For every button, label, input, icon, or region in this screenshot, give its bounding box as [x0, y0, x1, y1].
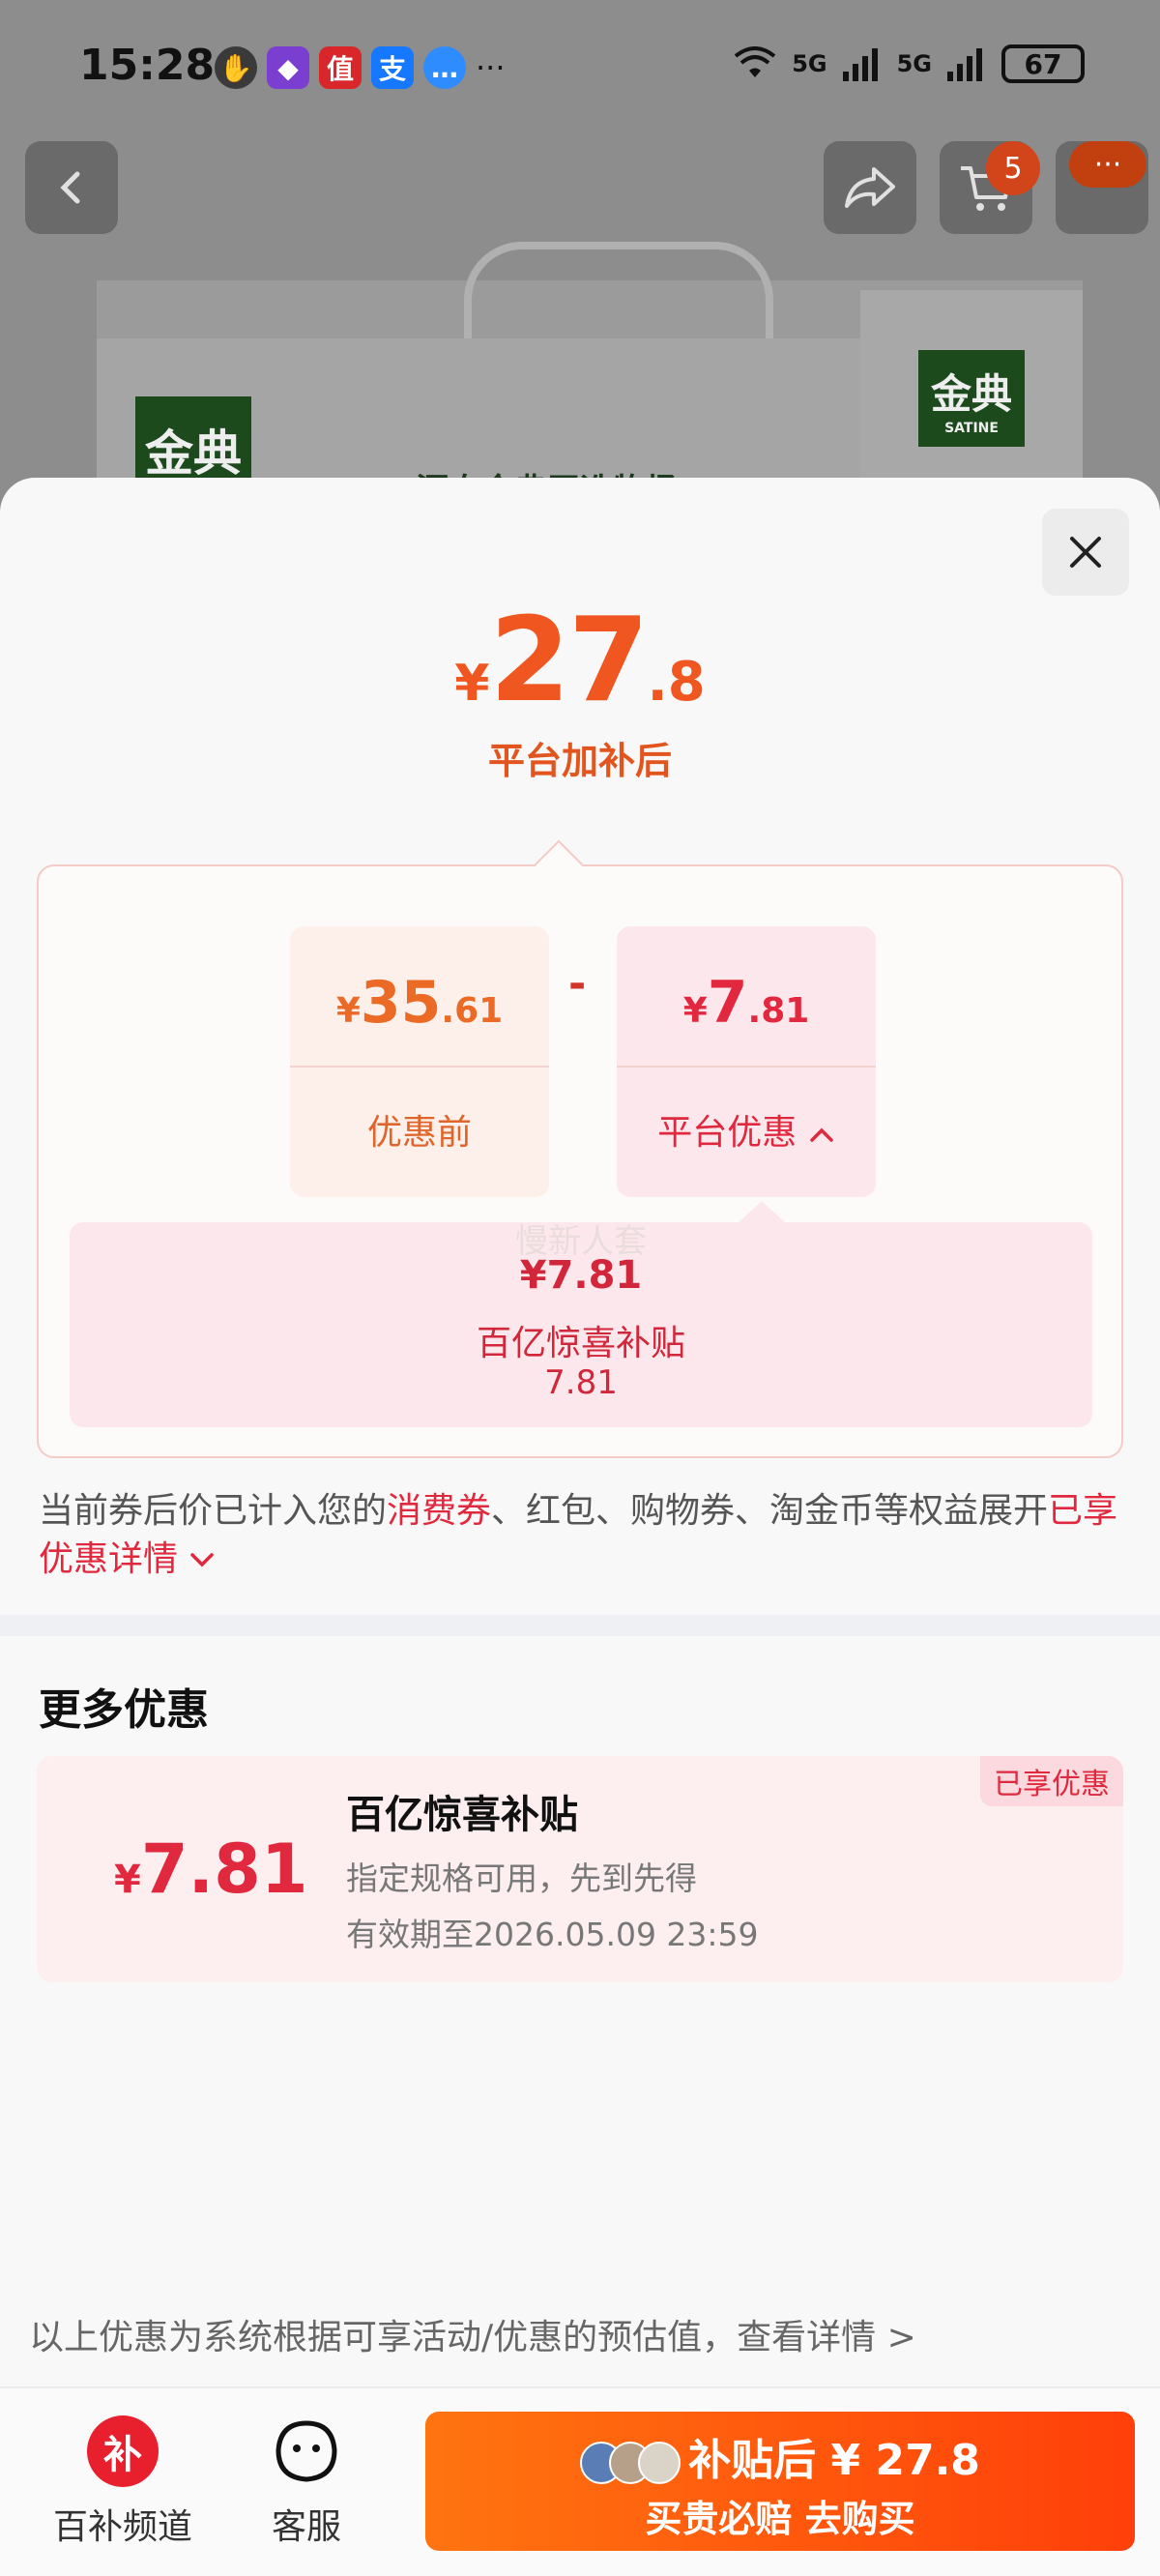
coupon-value: 7.81: [140, 1830, 308, 1909]
customer-service-label: 客服: [271, 2507, 341, 2547]
discount-decimal: .81: [747, 991, 810, 1031]
price-before-integer: 35: [360, 969, 442, 1037]
coupon-currency: ¥: [114, 1858, 141, 1902]
network-label-2: 5G: [896, 50, 932, 77]
coupon-description: 指定规格可用，先到先得: [346, 1859, 697, 1897]
message-icon: …: [423, 46, 466, 89]
coupon-status-badge: 已享优惠: [980, 1756, 1123, 1806]
discount-label-row: 平台优惠: [617, 1104, 876, 1155]
price-breakdown-panel: ¥35.61 优惠前 - ¥7.81 平台优惠 慢新人套 ¥7.81 百亿惊喜补…: [37, 864, 1123, 1458]
subsidy-detail-box: 慢新人套 ¥7.81 百亿惊喜补贴 7.81: [70, 1201, 1092, 1427]
app-zhi-icon: 值: [319, 46, 362, 89]
status-right: 5G 5G 67: [734, 44, 1085, 83]
subsidy-amount: ¥7.81: [519, 1253, 643, 1298]
battery-indicator: 67: [1001, 44, 1085, 83]
coupon-card[interactable]: 已享优惠 ¥7.81 百亿惊喜补贴 指定规格可用，先到先得 有效期至2026.0…: [37, 1756, 1123, 1982]
price-before-amount: ¥35.61: [290, 969, 549, 1037]
chevron-down-icon[interactable]: [188, 1551, 216, 1570]
hand-icon: ✋: [215, 46, 257, 89]
alipay-icon: 支: [371, 46, 414, 89]
close-button[interactable]: [1042, 509, 1129, 596]
subsidy-channel-icon: 补: [87, 2415, 159, 2487]
platform-discount-card[interactable]: ¥7.81 平台优惠: [617, 926, 876, 1197]
status-time: 15:28: [79, 41, 216, 90]
app-purple-icon: ◆: [267, 46, 309, 89]
final-price-integer: 27: [489, 594, 649, 728]
signal-icon-2: [947, 48, 982, 81]
brand-en-text: SATINE: [944, 420, 999, 436]
wifi-icon: [734, 46, 776, 77]
status-bar: 15:28 ✋ ◆ 值 支 … ··· 5G 5G 67: [0, 0, 1160, 135]
cart-count-badge: 5: [986, 141, 1040, 195]
price-before-currency: ¥: [335, 991, 361, 1031]
status-app-icons: ✋ ◆ 值 支 … ···: [215, 46, 506, 89]
rights-note: 当前券后价已计入您的消费券、红包、购物券、淘金币等权益展开已享优惠详情: [39, 1487, 1121, 1584]
price-before-card: ¥35.61 优惠前: [290, 926, 549, 1197]
signal-icon-1: [842, 48, 878, 81]
final-price-decimal: .8: [647, 651, 706, 714]
buy-button[interactable]: 补贴后 ¥ 27.8 买贵必赔 去购买: [425, 2412, 1135, 2551]
section-separator: [0, 1615, 1160, 1636]
discount-currency: ¥: [682, 991, 708, 1031]
note-prefix: 当前券后价已计入您的: [39, 1491, 388, 1531]
brand-logo-small-text: 金典: [930, 369, 1012, 418]
share-icon: [845, 167, 895, 208]
discount-integer: 7: [707, 969, 748, 1037]
subsidy-value: 7.81: [544, 1363, 618, 1402]
cart-button[interactable]: 5: [940, 141, 1040, 234]
card-divider: [290, 1066, 549, 1068]
buy-button-subtitle: 买贵必赔 去购买: [645, 2498, 915, 2540]
subsidy-channel-tab[interactable]: 补 百补频道: [41, 2415, 205, 2549]
subsidy-channel-label: 百补频道: [52, 2507, 192, 2547]
more-offers-title: 更多优惠: [39, 1685, 209, 1735]
note-highlight: 消费券: [387, 1491, 492, 1531]
estimate-disclaimer-link[interactable]: 以上优惠为系统根据可享活动/优惠的预估值，查看详情 >: [29, 2309, 916, 2359]
customer-service-tab[interactable]: 客服: [253, 2415, 360, 2549]
final-price: ¥27.8: [0, 594, 1160, 728]
discount-amount: ¥7.81: [617, 969, 876, 1037]
close-icon: [1070, 537, 1101, 568]
minus-sign: -: [568, 959, 587, 1009]
coupon-name: 百亿惊喜补贴: [346, 1793, 578, 1837]
brand-logo-small: 金典 SATINE: [918, 350, 1025, 447]
note-middle: 、红包、购物券、淘金币等权益展开: [491, 1491, 1049, 1531]
more-dots-icon: ···: [1069, 141, 1146, 188]
more-button[interactable]: ···: [1056, 141, 1148, 234]
card-divider: [617, 1066, 876, 1068]
final-price-caption: 平台加补后: [487, 740, 672, 782]
subsidy-name: 百亿惊喜补贴: [476, 1324, 685, 1363]
final-price-currency: ¥: [454, 655, 490, 713]
coupon-amount: ¥7.81: [114, 1830, 308, 1909]
back-button[interactable]: [25, 141, 118, 234]
share-button[interactable]: [824, 141, 916, 234]
chevron-left-icon: [60, 171, 80, 204]
more-notifications: ···: [476, 49, 506, 86]
buy-button-price-row: 补贴后 ¥ 27.8: [425, 2425, 1135, 2487]
coupon-expiry: 有效期至2026.05.09 23:59: [346, 1916, 759, 1953]
background-product-page: 15:28 ✋ ◆ 值 支 … ··· 5G 5G 67 5 ··· 金典 金典…: [0, 0, 1160, 542]
avatar: [638, 2442, 682, 2484]
price-before-label: 优惠前: [366, 1113, 472, 1153]
bottom-action-bar: 补 百补频道 客服 补贴后 ¥ 27.8 买贵必赔 去购买: [0, 2386, 1160, 2576]
buy-button-price: 补贴后 ¥ 27.8: [688, 2436, 980, 2485]
network-label-1: 5G: [792, 50, 827, 77]
chevron-up-icon: [809, 1127, 833, 1142]
customer-service-icon: [271, 2415, 342, 2487]
price-before-decimal: .61: [441, 991, 504, 1031]
price-detail-sheet: ¥27.8 平台加补后 ¥35.61 优惠前 - ¥7.81 平台优惠 慢新人套…: [0, 478, 1160, 2576]
buyer-avatars: [580, 2442, 682, 2484]
discount-label: 平台优惠: [657, 1113, 798, 1153]
